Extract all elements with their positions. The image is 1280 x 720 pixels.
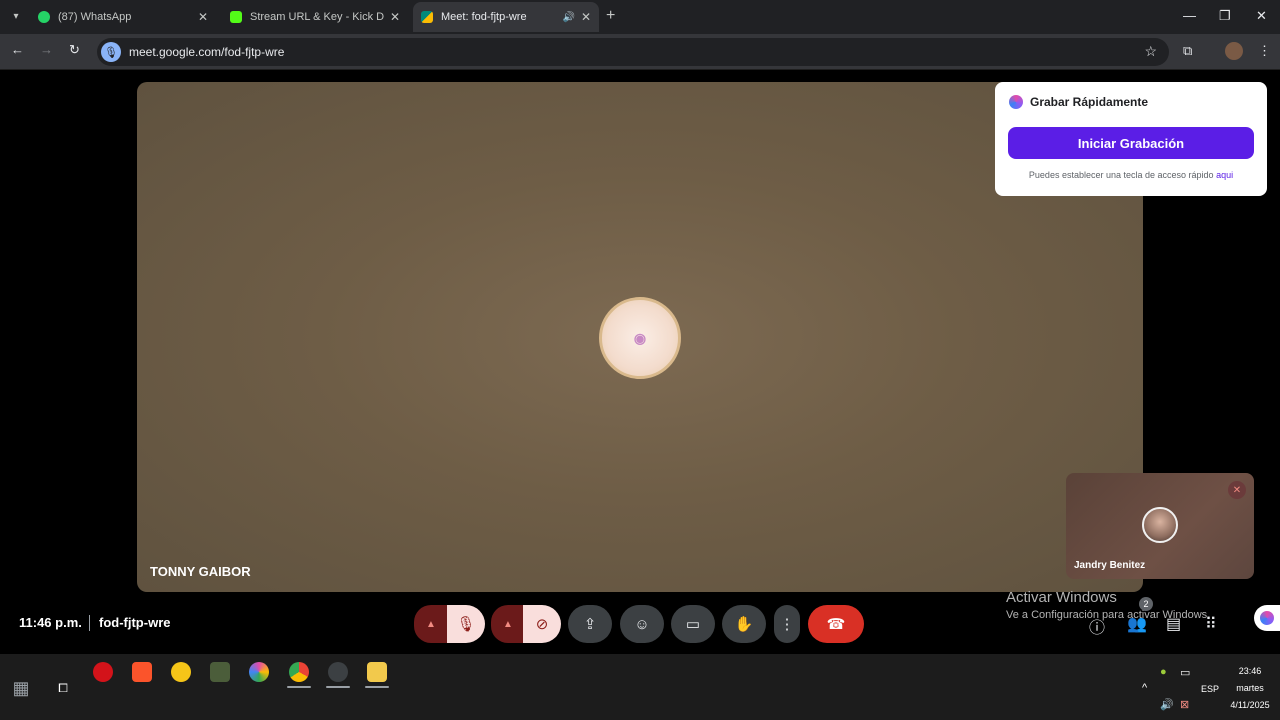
- muted-mic-icon: ✕: [1228, 481, 1246, 499]
- video-options-chevron-icon[interactable]: ▲: [491, 605, 525, 643]
- extensions-puzzle-icon[interactable]: ⧉: [1183, 43, 1192, 59]
- active-app-indicator: [326, 686, 350, 688]
- popup-hint: Puedes establecer una tecla de acceso rá…: [995, 170, 1267, 180]
- volume-icon[interactable]: 🔊: [1160, 698, 1174, 711]
- tray-app-icon[interactable]: ●: [1160, 666, 1167, 678]
- brain-logo-icon: [1009, 95, 1023, 109]
- file-explorer-icon[interactable]: [367, 662, 387, 682]
- close-tab-icon[interactable]: ✕: [581, 10, 591, 24]
- watermark-title: Activar Windows: [1006, 589, 1117, 606]
- participant-name: TONNY GAIBOR: [150, 564, 251, 579]
- tray-overflow-chevron-icon[interactable]: ^: [1142, 682, 1147, 694]
- browser-menu-icon[interactable]: ⋮: [1258, 43, 1271, 59]
- audio-options-chevron-icon[interactable]: ▲: [414, 605, 448, 643]
- tab-title: Stream URL & Key - Kick Dashb: [250, 11, 384, 23]
- minimize-icon[interactable]: —: [1183, 8, 1196, 23]
- url-text[interactable]: meet.google.com/fod-fjtp-wre: [129, 45, 284, 59]
- captions-button[interactable]: ▭: [671, 605, 715, 643]
- main-video-tile[interactable]: ◉ TONNY GAIBOR: [137, 82, 1143, 592]
- tray-display-icon[interactable]: ▭: [1180, 666, 1190, 679]
- meeting-time: 11:46 p.m.: [19, 615, 82, 630]
- close-window-icon[interactable]: ✕: [1256, 8, 1267, 24]
- people-icon[interactable]: 👥: [1127, 614, 1147, 634]
- active-app-indicator: [287, 686, 311, 688]
- new-tab-button[interactable]: +: [606, 7, 615, 25]
- tab-search-chevron-icon[interactable]: ▾: [6, 6, 26, 26]
- profile-avatar[interactable]: [1225, 42, 1243, 60]
- network-icon[interactable]: ⊠: [1180, 698, 1189, 711]
- info-icon[interactable]: ⓘ: [1089, 614, 1105, 638]
- more-options-button[interactable]: ⋮: [774, 605, 800, 643]
- language-indicator[interactable]: ESP: [1201, 684, 1219, 694]
- coin-app-icon[interactable]: [171, 662, 191, 682]
- clock-day[interactable]: martes: [1230, 683, 1270, 693]
- meeting-code: fod-fjtp-wre: [99, 615, 171, 630]
- color-app-icon[interactable]: [249, 662, 269, 682]
- restore-icon[interactable]: ❐: [1219, 8, 1231, 24]
- camera-off-button[interactable]: ⊘: [523, 605, 561, 643]
- close-tab-icon[interactable]: ✕: [390, 10, 400, 24]
- back-arrow-icon[interactable]: ←: [11, 42, 24, 57]
- meet-icon: [421, 11, 433, 23]
- opera-icon[interactable]: [93, 662, 113, 682]
- browser-toolbar: ← → ↻ 🎙 meet.google.com/fod-fjtp-wre ☆ ⧉…: [0, 34, 1280, 70]
- mic-off-button[interactable]: 🎙: [447, 605, 485, 643]
- present-screen-button[interactable]: ⇪: [568, 605, 612, 643]
- popup-header: Grabar Rápidamente: [1009, 95, 1148, 109]
- tab-title: (87) WhatsApp: [58, 11, 132, 23]
- tab-kick[interactable]: Stream URL & Key - Kick Dashb ✕: [222, 2, 408, 32]
- brave-icon[interactable]: [132, 662, 152, 682]
- hint-link[interactable]: aqui: [1216, 170, 1233, 180]
- game-app-icon[interactable]: [210, 662, 230, 682]
- emoji-reactions-button[interactable]: ☺: [620, 605, 664, 643]
- hint-text: Puedes establecer una tecla de acceso rá…: [1028, 170, 1214, 180]
- quick-record-popup: Grabar Rápidamente Iniciar Grabación Pue…: [995, 82, 1267, 196]
- participant-avatar: ◉: [599, 297, 681, 379]
- activities-grid-icon[interactable]: ⠿: [1205, 614, 1217, 634]
- tab-meet[interactable]: Meet: fod-fjtp-wre 🔊 ✕: [413, 2, 599, 32]
- start-recording-button[interactable]: Iniciar Grabación: [1008, 127, 1254, 159]
- obs-icon[interactable]: [328, 662, 348, 682]
- forward-arrow-icon[interactable]: →: [40, 42, 53, 57]
- bookmark-star-icon[interactable]: ☆: [1144, 43, 1157, 60]
- participant-name: Jandry Benitez: [1074, 560, 1146, 571]
- recorder-extension-tab[interactable]: [1254, 605, 1280, 631]
- start-windows-icon[interactable]: ▦: [11, 678, 31, 698]
- clock-time[interactable]: 23:46: [1230, 666, 1270, 676]
- whatsapp-icon: [38, 11, 50, 23]
- leave-call-button[interactable]: ☎: [808, 605, 864, 643]
- address-bar[interactable]: 🎙 meet.google.com/fod-fjtp-wre ☆: [97, 38, 1169, 66]
- tab-title: Meet: fod-fjtp-wre: [441, 11, 527, 23]
- participants-count-badge: 2: [1139, 597, 1153, 611]
- tab-whatsapp[interactable]: (87) WhatsApp ✕: [30, 2, 216, 32]
- mic-permission-icon[interactable]: 🎙: [101, 42, 121, 62]
- close-tab-icon[interactable]: ✕: [198, 10, 208, 24]
- raise-hand-button[interactable]: ✋: [722, 605, 766, 643]
- chrome-icon[interactable]: [289, 662, 309, 682]
- popup-title: Grabar Rápidamente: [1030, 95, 1149, 109]
- brain-logo-icon: [1260, 611, 1274, 625]
- task-view-icon[interactable]: ⧠: [53, 678, 73, 698]
- browser-tab-strip: ▾ (87) WhatsApp ✕ Stream URL & Key - Kic…: [0, 0, 1280, 34]
- reload-icon[interactable]: ↻: [69, 42, 80, 58]
- active-app-indicator: [365, 686, 389, 688]
- windows-taskbar: ▦ ⧠ ● ▭ ^ ESP 🔊 ⊠ 23:46 martes 4/11/2025: [0, 654, 1280, 720]
- meet-stage: ◉ TONNY GAIBOR Grabar Rápidamente Inicia…: [0, 70, 1280, 654]
- kick-icon: [230, 11, 242, 23]
- clock-date[interactable]: 4/11/2025: [1226, 700, 1274, 710]
- divider: [89, 615, 90, 631]
- speaker-icon[interactable]: 🔊: [562, 12, 574, 23]
- chat-icon[interactable]: ▤: [1166, 614, 1181, 634]
- participant-avatar: [1142, 507, 1178, 543]
- self-view-tile[interactable]: ✕ Jandry Benitez: [1066, 473, 1254, 579]
